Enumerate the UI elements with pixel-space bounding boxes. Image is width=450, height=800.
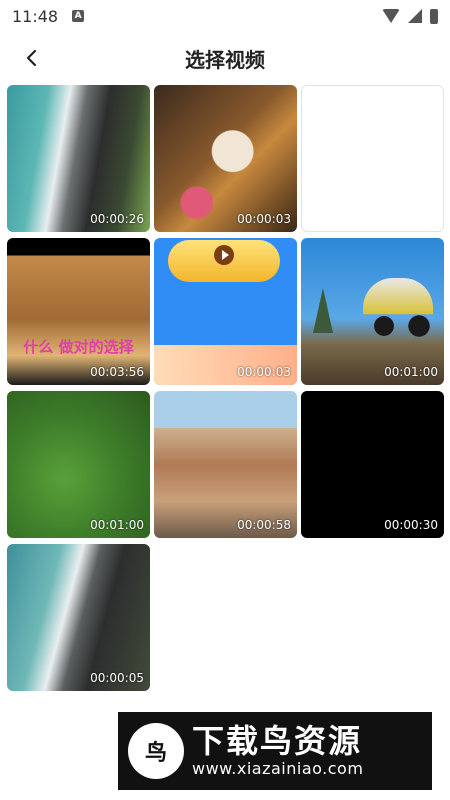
status-bar: 11:48 A	[0, 0, 450, 32]
video-thumbnail[interactable]: 00:00:05	[7, 544, 150, 691]
status-icons	[382, 8, 438, 24]
video-duration: 00:00:05	[90, 671, 144, 685]
video-duration: 00:00:26	[90, 212, 144, 226]
video-thumbnail[interactable]: 00:00:03	[154, 85, 297, 232]
wifi-icon	[382, 9, 400, 23]
battery-icon	[430, 8, 438, 24]
header: 选择视频	[0, 36, 450, 80]
back-button[interactable]	[18, 44, 46, 72]
video-thumbnail[interactable]: 00:00:58	[154, 391, 297, 538]
video-duration: 00:01:00	[384, 365, 438, 379]
video-overlay-text: 什么 做对的选择	[23, 338, 134, 356]
video-thumbnail[interactable]: 00:01:00	[7, 391, 150, 538]
watermark-banner: 鸟 下载鸟资源 www.xiazainiao.com	[118, 712, 432, 790]
motorbike-graphic	[363, 278, 433, 338]
signal-icon	[408, 9, 422, 23]
watermark-text: 下载鸟资源 www.xiazainiao.com	[192, 723, 363, 779]
video-duration: 00:03:56	[90, 365, 144, 379]
video-duration: 00:00:58	[237, 518, 291, 532]
video-thumbnail[interactable]	[301, 85, 444, 232]
notification-icon: A	[72, 10, 85, 22]
bird-logo-icon: 鸟	[128, 723, 184, 779]
video-thumbnail[interactable]: 什么 做对的选择 00:03:56	[7, 238, 150, 385]
video-duration: 00:01:00	[90, 518, 144, 532]
thumbnail-pill-graphic	[168, 240, 280, 282]
watermark-name: 下载鸟资源	[192, 722, 363, 760]
play-icon	[214, 245, 234, 265]
video-duration: 00:00:30	[384, 518, 438, 532]
video-thumbnail[interactable]: 00:00:03	[154, 238, 297, 385]
video-duration: 00:00:03	[237, 365, 291, 379]
watermark-url: www.xiazainiao.com	[192, 759, 364, 778]
video-thumbnail[interactable]: 00:00:26	[7, 85, 150, 232]
video-grid: 00:00:26 00:00:03 什么 做对的选择 00:03:56 00:0…	[7, 85, 444, 691]
page-title: 选择视频	[185, 47, 265, 72]
video-thumbnail[interactable]: 00:00:30	[301, 391, 444, 538]
tree-graphic	[313, 288, 333, 333]
chevron-left-icon	[26, 49, 37, 67]
video-duration: 00:00:03	[237, 212, 291, 226]
video-thumbnail[interactable]: 00:01:00	[301, 238, 444, 385]
status-time: 11:48	[12, 6, 59, 26]
